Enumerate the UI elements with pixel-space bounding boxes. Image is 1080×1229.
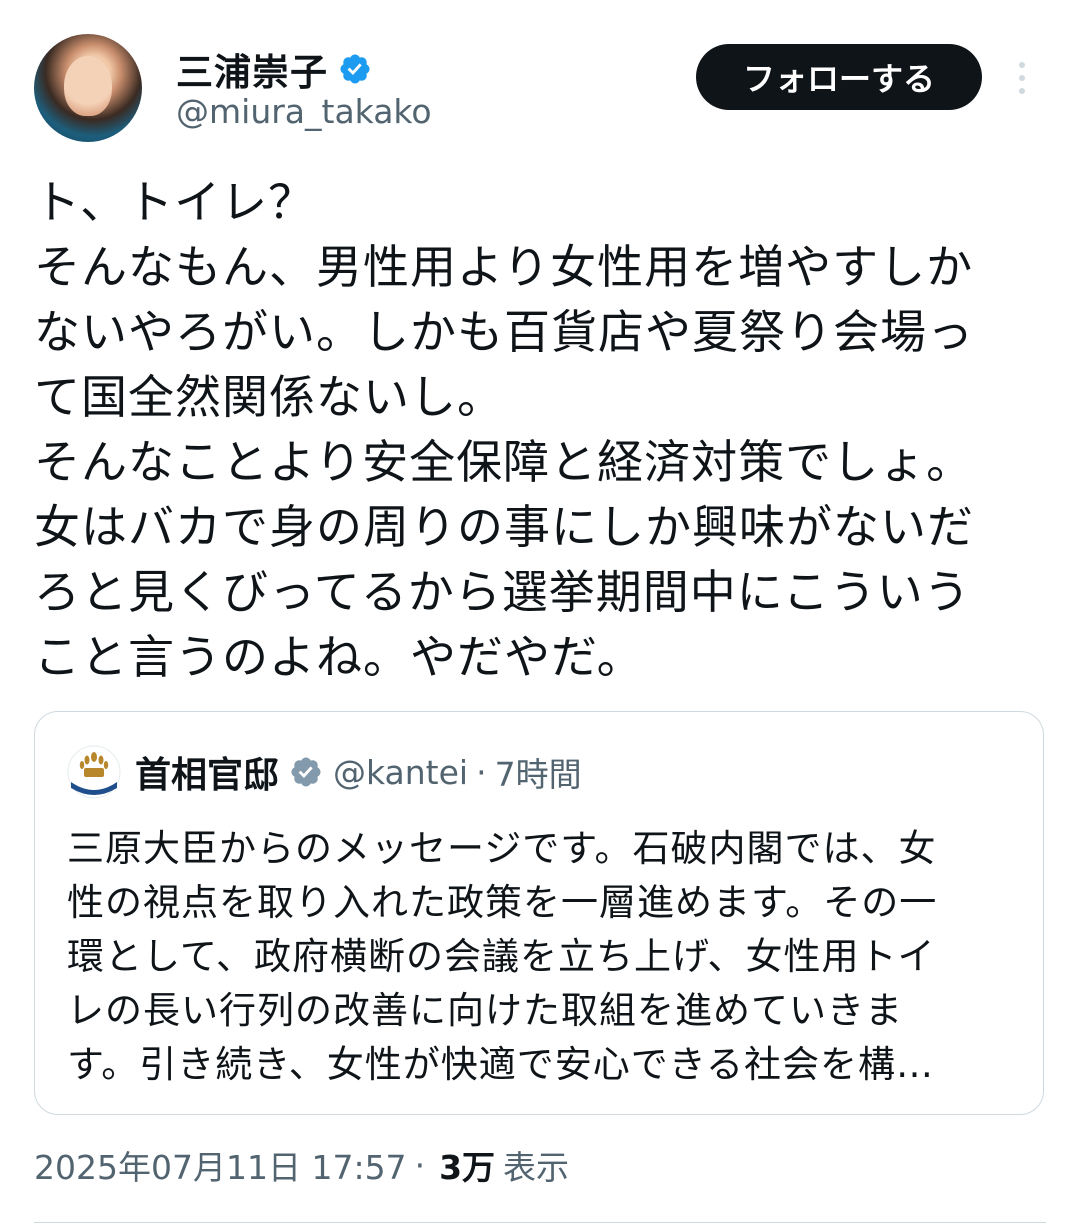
tweet-text: ト、トイレ？ そんなもん、男性用より女性用を増やすしか ないやろがい。しかも百貨… (34, 175, 974, 684)
author-display-name[interactable]: 三浦崇子 (176, 42, 328, 96)
quoted-display-name[interactable]: 首相官邸 (135, 746, 279, 798)
kantei-logo-icon (67, 745, 121, 799)
follow-button[interactable]: フォローする (696, 44, 982, 110)
verified-gray-badge-icon (291, 757, 321, 787)
author-name-row[interactable]: 三浦崇子 (176, 42, 372, 96)
quoted-header: 首相官邸 @kantei · 7時間 (135, 746, 582, 798)
divider (34, 1222, 1046, 1223)
meta-separator: · (414, 1145, 426, 1185)
quoted-tweet-card[interactable]: 首相官邸 @kantei · 7時間 三原大臣からのメッセージです。石破内閣では… (34, 711, 1044, 1115)
quoted-time[interactable]: 7時間 (495, 748, 582, 796)
more-options-icon[interactable] (1012, 58, 1032, 98)
tweet-meta: 2025年07月11日 17:57 · 3万 表示 (34, 1141, 569, 1189)
verified-badge-icon (340, 54, 370, 84)
views-count: 3万 (439, 1148, 496, 1187)
quoted-separator: · (476, 752, 487, 792)
avatar[interactable] (34, 34, 142, 142)
tweet-timestamp[interactable]: 2025年07月11日 17:57 (34, 1141, 407, 1189)
quoted-handle[interactable]: @kantei (333, 753, 468, 792)
quoted-text: 三原大臣からのメッセージです。石破内閣では、女 性の視点を取り入れた政策を一層進… (67, 827, 938, 1086)
tweet-header: 三浦崇子 @miura_takako フォローする (34, 34, 1046, 146)
views-label: 表示 (503, 1148, 570, 1187)
author-handle[interactable]: @miura_takako (176, 92, 432, 131)
